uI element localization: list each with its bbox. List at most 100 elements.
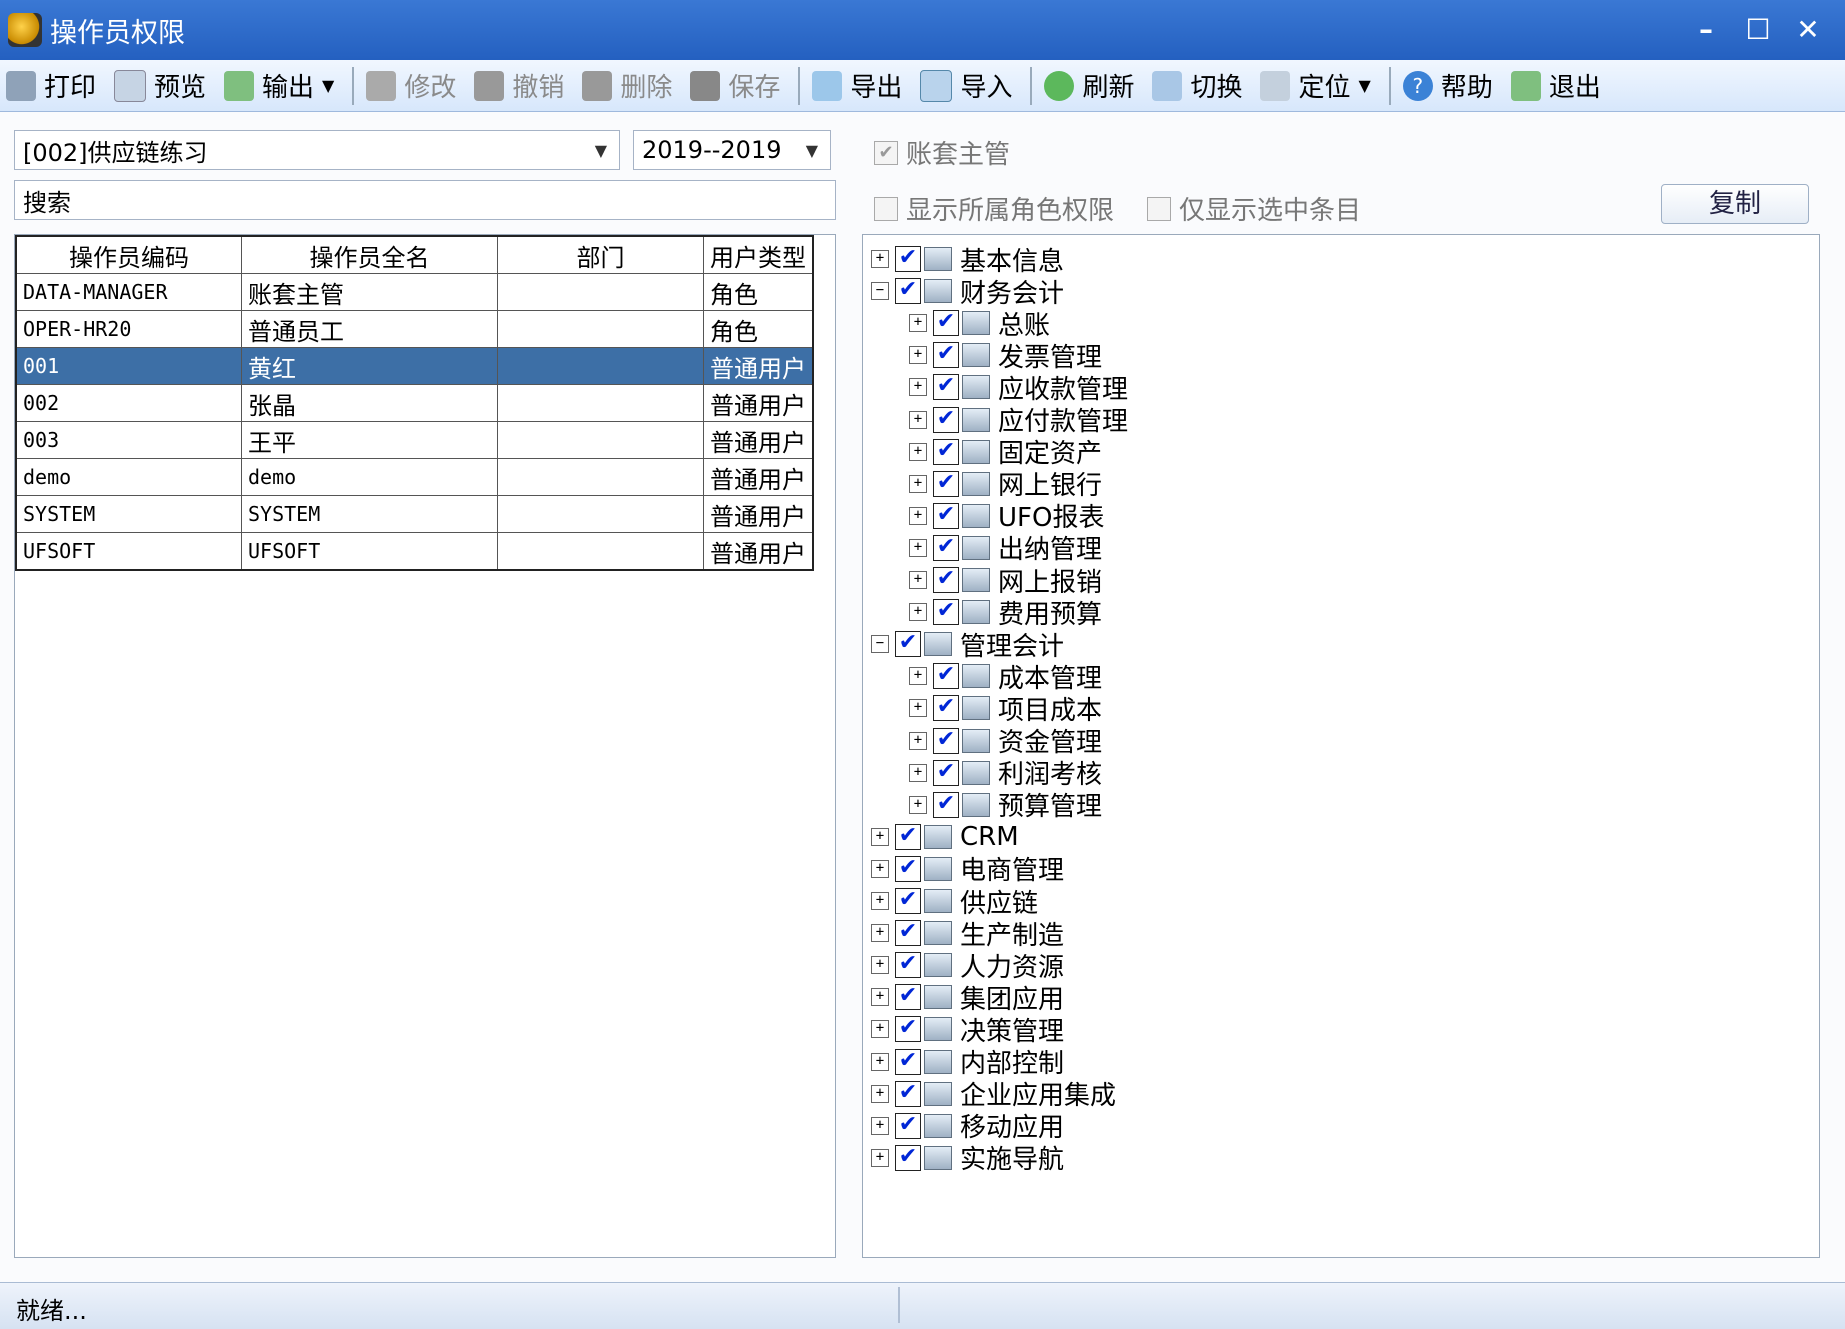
tree-node[interactable]: + ✔ 固定资产	[909, 437, 1102, 469]
tree-node[interactable]: + ✔ 总账	[909, 308, 1050, 341]
tree-node[interactable]: + ✔ 企业应用集成	[871, 1079, 1116, 1111]
expand-icon[interactable]: +	[909, 346, 927, 365]
account-supervisor-checkbox[interactable]: ✔ 账套主管	[874, 134, 1010, 171]
tree-node[interactable]: + ✔ 网上报销	[909, 565, 1102, 598]
tree-checkbox[interactable]: ✔	[933, 438, 959, 465]
expand-icon[interactable]: +	[909, 731, 927, 750]
tree-checkbox[interactable]: ✔	[895, 1080, 921, 1107]
expand-icon[interactable]: +	[909, 378, 927, 397]
table-row[interactable]: 002 张晶 普通用户	[15, 384, 814, 422]
modify-button[interactable]: 修改	[366, 63, 456, 109]
expand-icon[interactable]: +	[909, 506, 927, 525]
tree-node[interactable]: + ✔ 内部控制	[871, 1047, 1064, 1079]
tree-node[interactable]: + ✔ 应收款管理	[909, 372, 1128, 405]
expand-icon[interactable]: +	[909, 442, 927, 461]
table-row[interactable]: 001 黄红 普通用户	[15, 347, 814, 385]
tree-checkbox[interactable]: ✔	[895, 246, 921, 272]
table-row[interactable]: SYSTEM SYSTEM 普通用户	[15, 495, 814, 533]
tree-checkbox[interactable]: ✔	[895, 1144, 921, 1171]
tree-node[interactable]: + ✔ 集团应用	[871, 982, 1064, 1015]
tree-checkbox[interactable]: ✔	[895, 278, 921, 305]
tree-checkbox[interactable]: ✔	[933, 470, 959, 497]
expand-icon[interactable]: +	[909, 795, 927, 814]
save-button[interactable]: 保存	[690, 63, 780, 109]
table-row[interactable]: 003 王平 普通用户	[15, 421, 814, 459]
expand-icon[interactable]: +	[871, 827, 889, 846]
tree-checkbox[interactable]: ✔	[933, 502, 959, 529]
column-header-dept[interactable]: 部门	[497, 235, 704, 274]
tree-node[interactable]: + ✔ 发票管理	[909, 340, 1102, 373]
tree-checkbox[interactable]: ✔	[933, 727, 959, 754]
tree-checkbox[interactable]: ✔	[933, 599, 959, 626]
collapse-icon[interactable]: −	[871, 282, 889, 301]
tree-node[interactable]: − ✔ 管理会计	[871, 629, 1064, 662]
tree-node[interactable]: + ✔ 移动应用	[871, 1111, 1064, 1143]
year-range-select[interactable]: 2019--2019 ▼	[633, 130, 831, 170]
output-button[interactable]: 输出 ▼	[224, 63, 334, 109]
expand-icon[interactable]: +	[871, 988, 889, 1007]
exit-button[interactable]: 退出	[1510, 63, 1601, 109]
tree-node[interactable]: + ✔ 决策管理	[871, 1014, 1064, 1047]
tree-node[interactable]: + ✔ 项目成本	[909, 693, 1102, 726]
expand-icon[interactable]: +	[871, 1116, 889, 1135]
export-button[interactable]: 导出	[812, 63, 902, 109]
tree-checkbox[interactable]: ✔	[895, 1112, 921, 1139]
tree-node[interactable]: + ✔ 基本信息	[871, 244, 1064, 277]
expand-icon[interactable]: +	[909, 699, 927, 718]
expand-icon[interactable]: +	[909, 571, 927, 589]
tree-checkbox[interactable]: ✔	[933, 406, 959, 433]
search-input[interactable]: 搜索	[14, 180, 836, 220]
tree-checkbox[interactable]: ✔	[933, 663, 959, 690]
help-button[interactable]: ? 帮助	[1402, 63, 1493, 109]
expand-icon[interactable]: +	[871, 1148, 889, 1167]
tree-checkbox[interactable]: ✔	[895, 823, 921, 850]
refresh-button[interactable]: 刷新	[1044, 63, 1134, 109]
close-icon[interactable]: ✕	[1790, 12, 1826, 48]
expand-icon[interactable]: +	[871, 1084, 889, 1103]
expand-icon[interactable]: +	[909, 474, 927, 493]
undo-button[interactable]: 撤销	[474, 63, 564, 109]
expand-icon[interactable]: +	[871, 250, 889, 268]
tree-node[interactable]: + ✔ 供应链	[871, 886, 1038, 919]
expand-icon[interactable]: +	[871, 924, 889, 943]
expand-icon[interactable]: +	[909, 667, 927, 686]
column-header-usertype[interactable]: 用户类型	[703, 235, 814, 274]
expand-icon[interactable]: +	[909, 314, 927, 333]
tree-checkbox[interactable]: ✔	[895, 920, 921, 947]
tree-node[interactable]: + ✔ 电商管理	[871, 854, 1064, 886]
tree-checkbox[interactable]: ✔	[933, 534, 959, 561]
expand-icon[interactable]: +	[909, 763, 927, 782]
table-row[interactable]: DATA-MANAGER 账套主管 角色	[15, 273, 814, 311]
expand-icon[interactable]: +	[871, 892, 889, 910]
tree-checkbox[interactable]: ✔	[895, 1048, 921, 1075]
table-row[interactable]: UFSOFT UFSOFT 普通用户	[15, 532, 814, 571]
copy-button[interactable]: 复制	[1661, 184, 1809, 224]
tree-checkbox[interactable]: ✔	[895, 984, 921, 1011]
tree-checkbox[interactable]: ✔	[933, 791, 959, 818]
tree-node[interactable]: + ✔ 费用预算	[909, 597, 1102, 630]
tree-node[interactable]: + ✔ 实施导航	[871, 1143, 1064, 1175]
expand-icon[interactable]: +	[909, 538, 927, 557]
import-button[interactable]: 导入	[920, 63, 1012, 109]
column-header-code[interactable]: 操作员编码	[15, 235, 242, 274]
tree-node[interactable]: + ✔ 成本管理	[909, 661, 1102, 694]
tree-checkbox[interactable]: ✔	[933, 695, 959, 722]
minimize-icon[interactable]: –	[1688, 12, 1724, 48]
delete-button[interactable]: 删除	[582, 63, 672, 109]
tree-node[interactable]: − ✔ 财务会计	[871, 276, 1064, 309]
tree-checkbox[interactable]: ✔	[895, 631, 921, 658]
column-header-fullname[interactable]: 操作员全名	[241, 235, 498, 274]
maximize-icon[interactable]: ☐	[1740, 12, 1776, 48]
table-row[interactable]: demo demo 普通用户	[15, 458, 814, 496]
tree-checkbox[interactable]: ✔	[895, 1016, 921, 1043]
tree-checkbox[interactable]: ✔	[933, 567, 959, 593]
expand-icon[interactable]: +	[871, 956, 889, 975]
table-row[interactable]: OPER-HR20 普通员工 角色	[15, 310, 814, 348]
tree-checkbox[interactable]: ✔	[933, 310, 959, 337]
show-selected-only-checkbox[interactable]: 仅显示选中条目	[1147, 190, 1361, 227]
tree-checkbox[interactable]: ✔	[933, 342, 959, 369]
expand-icon[interactable]: +	[909, 603, 927, 622]
switch-button[interactable]: 切换	[1152, 63, 1242, 109]
show-role-perms-checkbox[interactable]: 显示所属角色权限	[874, 190, 1114, 227]
tree-checkbox[interactable]: ✔	[933, 374, 959, 401]
